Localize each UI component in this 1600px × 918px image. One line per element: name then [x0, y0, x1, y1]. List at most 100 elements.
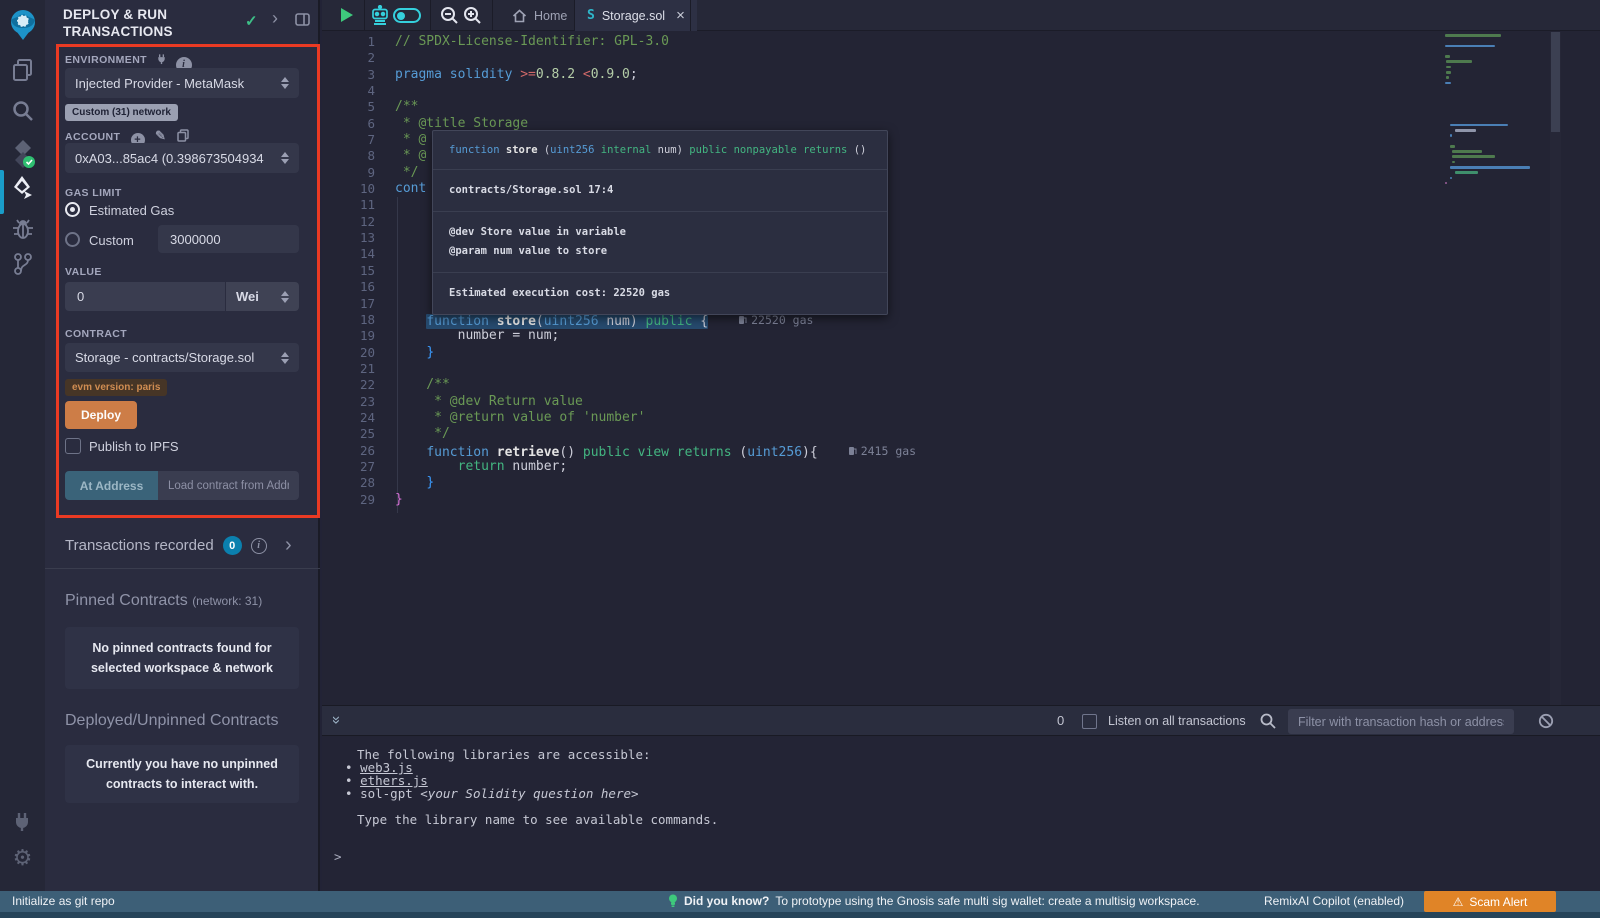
zoom-in-icon[interactable] — [463, 6, 482, 25]
deploy-button[interactable]: Deploy — [65, 401, 137, 429]
deploy-run-icon[interactable] — [0, 175, 45, 201]
tab-home[interactable]: Home — [500, 0, 579, 31]
remix-logo-icon[interactable] — [0, 8, 45, 42]
plugin-manager-icon[interactable] — [0, 810, 45, 834]
warning-icon: ⚠ — [1453, 895, 1464, 909]
file-explorer-icon[interactable] — [0, 58, 45, 82]
terminal-prompt[interactable]: > — [334, 849, 342, 864]
ai-copilot-robot-icon[interactable] — [370, 5, 390, 26]
close-tab-icon[interactable]: × — [676, 7, 685, 24]
solidity-file-icon: S — [587, 8, 595, 23]
line-number: 11 — [322, 197, 375, 213]
code-line[interactable]: number = num; — [395, 328, 916, 344]
code-line[interactable]: } — [395, 345, 916, 361]
line-number: 23 — [322, 394, 375, 410]
tab-storage-sol[interactable]: S Storage.sol × — [575, 0, 697, 31]
value-label: VALUE — [65, 266, 102, 278]
line-number: 25 — [322, 426, 375, 442]
line-number: 22 — [322, 377, 375, 393]
minimap[interactable] — [1445, 34, 1545, 187]
transactions-recorded-label: Transactions recorded — [65, 537, 214, 554]
terminal-solgpt-line: • sol-gpt <your Solidity question here> — [345, 786, 639, 801]
contract-select[interactable]: Storage - contracts/Storage.sol — [65, 343, 299, 372]
line-number: 1 — [322, 34, 375, 50]
copilot-toggle[interactable] — [393, 8, 421, 23]
line-number: 29 — [322, 492, 375, 508]
info-icon[interactable]: i — [251, 538, 267, 554]
code-line[interactable]: return number; — [395, 459, 916, 475]
line-number: 20 — [322, 345, 375, 361]
line-number: 27 — [322, 459, 375, 475]
stepper-icon — [281, 152, 289, 164]
code-line[interactable]: // SPDX-License-Identifier: GPL-3.0 — [395, 34, 916, 50]
git-init-status[interactable]: Initialize as git repo — [12, 894, 115, 908]
value-unit-select[interactable]: Wei — [226, 282, 299, 311]
listen-all-checkbox[interactable] — [1082, 714, 1097, 729]
line-number: 19 — [322, 328, 375, 344]
pin-panel-icon[interactable] — [295, 13, 310, 26]
solidity-compiler-icon[interactable] — [0, 139, 45, 169]
sign-message-icon[interactable]: ✎ — [155, 128, 166, 143]
editor-scrollbar[interactable] — [1550, 32, 1561, 705]
gas-limit-label: GAS LIMIT — [65, 187, 122, 199]
code-line[interactable]: } — [395, 475, 916, 491]
tooltip-cost: Estimated execution cost: 22520 gas — [433, 272, 887, 314]
run-script-button[interactable] — [341, 8, 353, 22]
settings-gear-icon[interactable]: ⚙ — [0, 845, 45, 871]
search-icon[interactable] — [0, 100, 45, 122]
panel-title: DEPLOY & RUN TRANSACTIONS — [63, 7, 228, 41]
code-line[interactable]: } — [395, 492, 916, 508]
code-line[interactable]: function retrieve() public view returns … — [395, 443, 916, 459]
line-number: 18 — [322, 312, 375, 328]
copilot-status[interactable]: RemixAI Copilot (enabled) — [1264, 894, 1404, 908]
line-number: 17 — [322, 296, 375, 312]
code-line[interactable] — [395, 83, 916, 99]
transactions-expand-chevron-icon[interactable]: › — [285, 534, 292, 557]
clear-terminal-icon[interactable] — [1538, 713, 1554, 729]
tooltip-signature: function store (uint256 internal num) pu… — [433, 131, 887, 169]
code-editor[interactable]: 1234567891011121314151617181920212223242… — [322, 32, 1600, 705]
publish-ipfs-label: Publish to IPFS — [89, 439, 179, 454]
at-address-button[interactable]: At Address — [65, 471, 158, 500]
check-icon: ✓ — [245, 12, 258, 30]
stepper-icon — [281, 291, 289, 303]
evm-version-badge: evm version: paris — [65, 379, 167, 396]
expand-chevron-icon[interactable]: › — [272, 8, 278, 29]
terminal[interactable]: The following libraries are accessible: … — [322, 737, 1600, 891]
publish-ipfs-checkbox[interactable] — [65, 438, 81, 454]
code-line[interactable]: * @dev Return value — [395, 394, 916, 410]
remix-ide: ⚙ DEPLOY & RUN TRANSACTIONS ✓ › ENVIRONM… — [0, 0, 1600, 918]
zoom-out-icon[interactable] — [440, 6, 459, 25]
terminal-filter-input[interactable] — [1288, 709, 1514, 734]
debugger-icon[interactable] — [0, 218, 45, 240]
account-select[interactable]: 0xA03...85ac4 (0.398673504934 — [65, 143, 299, 173]
line-number: 21 — [322, 361, 375, 377]
line-number: 5 — [322, 99, 375, 115]
line-number: 3 — [322, 67, 375, 83]
code-line[interactable]: * @return value of 'number' — [395, 410, 916, 426]
copy-account-icon[interactable] — [177, 129, 189, 142]
did-you-know-tip: Did you know? To prototype using the Gno… — [668, 894, 1200, 908]
collapse-terminal-icon[interactable]: » — [328, 716, 345, 721]
scam-alert-button[interactable]: ⚠ Scam Alert — [1424, 891, 1556, 912]
value-input[interactable] — [65, 282, 225, 311]
scrollbar-thumb[interactable] — [1551, 32, 1560, 132]
editor-toolbar: Home S Storage.sol × — [322, 0, 1600, 31]
deployed-contracts-title: Deployed/Unpinned Contracts — [65, 712, 278, 730]
line-number: 7 — [322, 132, 375, 148]
code-line[interactable]: /** — [395, 377, 916, 393]
line-number: 4 — [322, 83, 375, 99]
transactions-recorded-row: Transactions recorded 0 i — [65, 536, 267, 555]
code-line[interactable] — [395, 361, 916, 377]
environment-select[interactable]: Injected Provider - MetaMask — [65, 68, 299, 98]
custom-gas-input[interactable] — [158, 225, 299, 253]
at-address-input[interactable] — [158, 471, 299, 500]
custom-gas-radio[interactable] — [65, 232, 80, 247]
code-line[interactable]: /** — [395, 99, 916, 115]
line-number: 15 — [322, 263, 375, 279]
estimated-gas-radio[interactable] — [65, 202, 80, 217]
code-line[interactable]: */ — [395, 426, 916, 442]
code-line[interactable]: pragma solidity >=0.8.2 <0.9.0; — [395, 67, 916, 83]
git-icon[interactable] — [0, 252, 45, 276]
code-line[interactable] — [395, 50, 916, 66]
